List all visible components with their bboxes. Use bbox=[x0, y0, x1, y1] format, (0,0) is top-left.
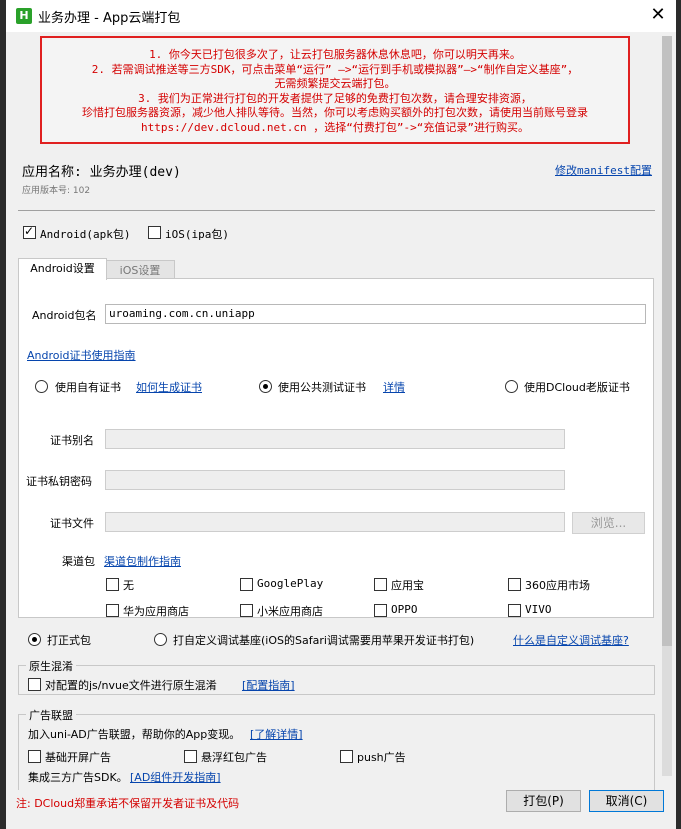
package-name-label: Android包名 bbox=[32, 309, 97, 322]
manifest-link[interactable]: 修改manifest配置 bbox=[555, 162, 652, 178]
ad-splash-label: 基础开屏广告 bbox=[45, 751, 111, 764]
ad-redpacket-label: 悬浮红包广告 bbox=[201, 751, 267, 764]
window-title: 业务办理 - App云端打包 bbox=[38, 11, 181, 26]
build-formal-label: 打正式包 bbox=[47, 634, 91, 647]
cert-alias-input[interactable] bbox=[105, 429, 565, 449]
browse-button[interactable]: 浏览... bbox=[572, 512, 645, 534]
scrollbar-thumb[interactable] bbox=[662, 36, 672, 646]
channel-label-360: 360应用市场 bbox=[525, 579, 590, 592]
package-name-input[interactable]: uroaming.com.cn.uniapp bbox=[105, 304, 646, 324]
title-bar: H 业务办理 - App云端打包 ✕ bbox=[6, 0, 676, 32]
cancel-button[interactable]: 取消(C) bbox=[589, 790, 664, 812]
app-name-label: 应用名称: 业务办理(dev) bbox=[22, 165, 181, 180]
android-platform-checkbox[interactable] bbox=[23, 224, 36, 239]
vertical-scrollbar[interactable] bbox=[662, 36, 672, 776]
channel-checkbox-oppo[interactable] bbox=[374, 604, 387, 617]
custom-base-help-link[interactable]: 什么是自定义调试基座? bbox=[513, 632, 629, 648]
cert-own-label: 使用自有证书 bbox=[55, 381, 121, 394]
obfuscation-guide-link[interactable]: [配置指南] bbox=[242, 677, 295, 693]
cert-public-label: 使用公共测试证书 bbox=[278, 381, 366, 394]
pack-button[interactable]: 打包(P) bbox=[506, 790, 581, 812]
cert-alias-label: 证书别名 bbox=[50, 434, 94, 447]
ad-splash-checkbox[interactable] bbox=[28, 750, 41, 763]
notice-line: 3. 我们为正常进行打包的开发者提供了足够的免费打包次数，请合理安排资源， bbox=[138, 91, 532, 105]
tab-android-settings[interactable]: Android设置 bbox=[18, 258, 107, 280]
channel-label-none: 无 bbox=[123, 579, 134, 592]
channel-checkbox-googleplay[interactable] bbox=[240, 578, 253, 591]
app-version-label: 应用版本号: 102 bbox=[22, 186, 91, 196]
cert-public-details-link[interactable]: 详情 bbox=[383, 379, 405, 395]
ios-platform-label: iOS(ipa包) bbox=[165, 228, 229, 241]
notice-line: 无需频繁提交云端打包。 bbox=[274, 77, 396, 90]
cert-old-radio[interactable] bbox=[505, 380, 518, 393]
dialog-footer: 注: DCloud郑重承诺不保留开发者证书及代码 打包(P) 取消(C) bbox=[6, 790, 676, 829]
android-platform-label: Android(apk包) bbox=[40, 228, 131, 241]
cert-public-radio[interactable] bbox=[259, 380, 272, 393]
cert-old-label: 使用DCloud老版证书 bbox=[524, 381, 630, 394]
ad-push-label: push广告 bbox=[357, 751, 406, 764]
ads-title: 广告联盟 bbox=[26, 707, 76, 723]
notice-line: 1. 你今天已打包很多次了，让云打包服务器休息休息吧，你可以明天再来。 bbox=[149, 48, 521, 61]
hbuilder-app-icon: H bbox=[16, 8, 32, 24]
cert-password-input[interactable] bbox=[105, 470, 565, 490]
divider bbox=[18, 210, 655, 211]
cert-guide-link[interactable]: Android证书使用指南 bbox=[27, 347, 136, 363]
notice-line: https://dev.dcloud.net.cn ，选择“付费打包”->“充值… bbox=[141, 120, 529, 134]
channel-checkbox-360[interactable] bbox=[508, 578, 521, 591]
cert-own-radio[interactable] bbox=[35, 380, 48, 393]
ad-push-checkbox[interactable] bbox=[340, 750, 353, 763]
channel-label-oppo: OPPO bbox=[391, 603, 418, 616]
rate-limit-notice: 1. 你今天已打包很多次了，让云打包服务器休息休息吧，你可以明天再来。 2. 若… bbox=[40, 36, 630, 144]
how-to-generate-cert-link[interactable]: 如何生成证书 bbox=[136, 379, 202, 395]
pack-dialog: H 业务办理 - App云端打包 ✕ 1. 你今天已打包很多次了，让云打包服务器… bbox=[6, 0, 676, 829]
ads-description: 加入uni-AD广告联盟，帮助你的App变现。 bbox=[28, 728, 241, 741]
cert-password-label: 证书私钥密码 bbox=[26, 475, 92, 488]
obfuscation-title: 原生混淆 bbox=[26, 658, 76, 674]
channel-checkbox-huawei[interactable] bbox=[106, 604, 119, 617]
ad-redpacket-checkbox[interactable] bbox=[184, 750, 197, 763]
channel-label-xiaomi: 小米应用商店 bbox=[257, 605, 323, 618]
channel-label-googleplay: GooglePlay bbox=[257, 577, 324, 590]
build-custom-radio[interactable] bbox=[154, 633, 167, 646]
channel-checkbox-yingyongbao[interactable] bbox=[374, 578, 387, 591]
notice-line: 珍惜打包服务器资源，减少他人排队等待。当然，你可以考虑购买额外的打包次数，请使用… bbox=[82, 106, 588, 119]
channel-guide-link[interactable]: 渠道包制作指南 bbox=[104, 553, 181, 569]
build-formal-radio[interactable] bbox=[28, 633, 41, 646]
notice-line: 2. 若需调试推送等三方SDK，可点击菜单“运行” —>“运行到手机或模拟器”—… bbox=[91, 62, 579, 76]
android-settings-panel: Android包名 uroaming.com.cn.uniapp Android… bbox=[18, 278, 654, 618]
build-custom-label: 打自定义调试基座(iOS的Safari调试需要用苹果开发证书打包) bbox=[173, 634, 475, 647]
cert-file-input[interactable] bbox=[105, 512, 565, 532]
cert-file-label: 证书文件 bbox=[50, 517, 94, 530]
channel-label-yingyongbao: 应用宝 bbox=[391, 579, 424, 592]
footer-note: 注: DCloud郑重承诺不保留开发者证书及代码 bbox=[16, 797, 240, 810]
channel-checkbox-none[interactable] bbox=[106, 578, 119, 591]
channel-label: 渠道包 bbox=[62, 555, 95, 568]
channel-checkbox-xiaomi[interactable] bbox=[240, 604, 253, 617]
ads-learn-more-link[interactable]: [了解详情] bbox=[250, 726, 303, 742]
ads-sdk-text: 集成三方广告SDK。 bbox=[28, 771, 128, 784]
ads-sdk-guide-link[interactable]: [AD组件开发指南] bbox=[130, 769, 221, 785]
dialog-content: 1. 你今天已打包很多次了，让云打包服务器休息休息吧，你可以明天再来。 2. 若… bbox=[6, 32, 656, 790]
obfuscation-option-label: 对配置的js/nvue文件进行原生混淆 bbox=[45, 679, 217, 692]
ios-platform-checkbox[interactable] bbox=[148, 226, 161, 239]
channel-checkbox-vivo[interactable] bbox=[508, 604, 521, 617]
channel-label-huawei: 华为应用商店 bbox=[123, 605, 189, 618]
channel-label-vivo: VIVO bbox=[525, 603, 552, 616]
obfuscation-checkbox[interactable] bbox=[28, 678, 41, 691]
close-icon[interactable]: ✕ bbox=[646, 3, 670, 27]
